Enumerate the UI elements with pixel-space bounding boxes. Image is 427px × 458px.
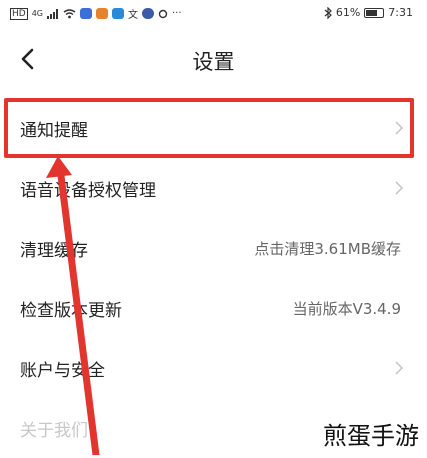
- chevron-right-icon: [395, 361, 404, 375]
- status-bar-left: HD 4G 文 ···: [10, 6, 182, 21]
- battery-icon: [364, 7, 385, 18]
- circle-icon: [158, 9, 168, 18]
- settings-item-voice-device-auth[interactable]: 语音设备授权管理: [0, 158, 427, 218]
- watermark-text: 煎蛋手游: [319, 416, 423, 451]
- app-notification-icon: [142, 8, 154, 19]
- signal-icon: [47, 8, 58, 19]
- settings-item-value: 点击清理3.61MB缓存: [254, 240, 401, 258]
- settings-item-account-security[interactable]: 账户与安全: [0, 338, 427, 398]
- app-notification-icon: [80, 8, 92, 19]
- wifi-icon: [63, 8, 76, 18]
- translate-icon: 文: [128, 10, 138, 21]
- battery-percent: 61%: [335, 6, 361, 19]
- hd-indicator: HD: [10, 7, 28, 20]
- clock: 7:31: [388, 6, 413, 19]
- bluetooth-icon: [324, 6, 332, 19]
- status-bar: HD 4G 文 ··· 61% 7:31: [0, 0, 427, 28]
- settings-item-check-update[interactable]: 检查版本更新 当前版本V3.4.9: [0, 278, 427, 338]
- settings-item-value: 当前版本V3.4.9: [292, 300, 401, 318]
- page-title: 设置: [192, 50, 235, 74]
- status-bar-right: 61% 7:31: [324, 6, 413, 19]
- network-type: 4G: [31, 9, 43, 18]
- highlight-box: [4, 98, 414, 158]
- nav-bar: 设置: [0, 28, 427, 90]
- settings-item-clear-cache[interactable]: 清理缓存 点击清理3.61MB缓存: [0, 218, 427, 278]
- settings-item-label: 账户与安全: [20, 361, 105, 381]
- settings-item-label: 语音设备授权管理: [20, 181, 156, 201]
- settings-item-label: 清理缓存: [20, 241, 88, 261]
- app-notification-icon: [112, 8, 124, 19]
- more-dots-icon: ···: [172, 8, 182, 19]
- settings-item-label: 关于我们: [20, 421, 88, 441]
- app-notification-icon: [96, 8, 108, 19]
- chevron-right-icon: [395, 181, 404, 195]
- settings-item-label: 检查版本更新: [20, 301, 122, 321]
- battery-level-fill: [366, 9, 378, 16]
